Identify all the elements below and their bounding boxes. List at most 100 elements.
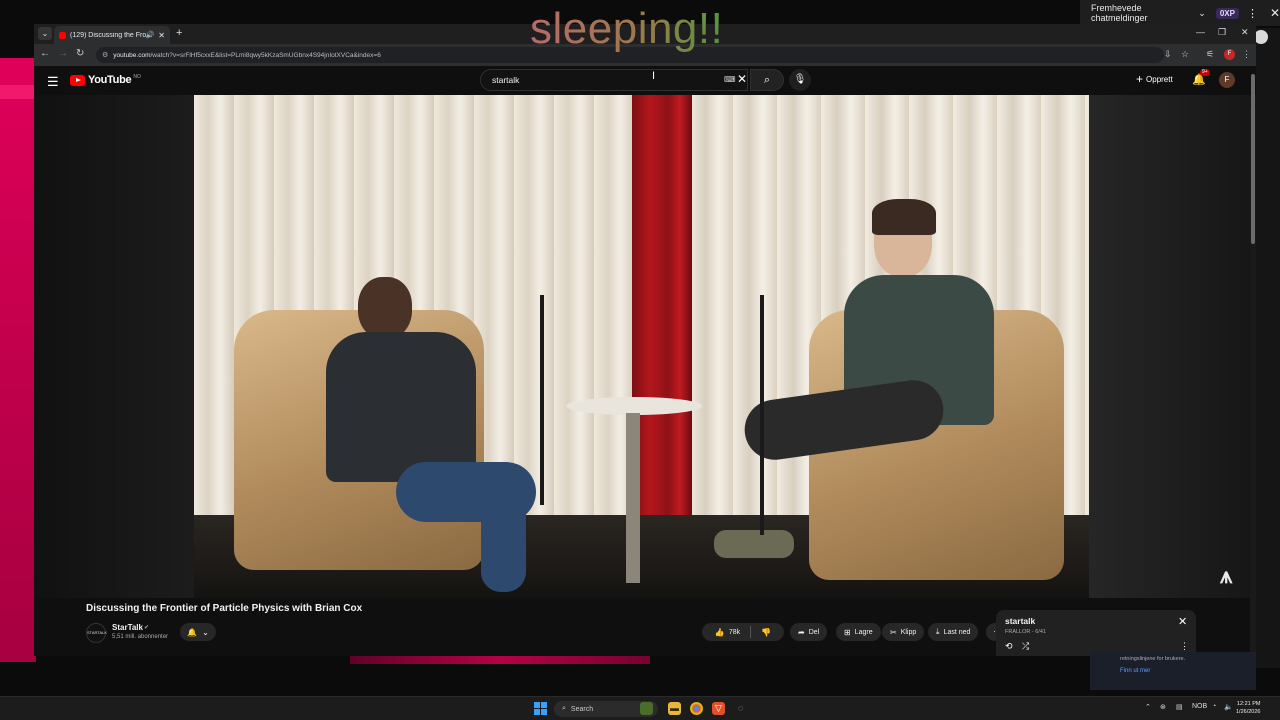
- youtube-page: ☰ YouTube NO startalk I ⌨ ✕ ⌕ 🎙 + Oppret…: [34, 66, 1256, 656]
- browser-profile-avatar[interactable]: F: [1224, 49, 1235, 60]
- clock-time: 12:21 PM: [1236, 701, 1261, 707]
- wallpaper-bottom-glow: [350, 655, 650, 664]
- youtube-header: ☰ YouTube NO startalk I ⌨ ✕ ⌕ 🎙 + Oppret…: [34, 66, 1256, 95]
- tray-app-icon[interactable]: ⊛: [1160, 703, 1166, 711]
- mic-stand-right: [760, 295, 764, 535]
- voice-search-button[interactable]: 🎙: [789, 69, 811, 91]
- wallpaper-streak: [0, 85, 36, 99]
- overlay-text: sleeping!!: [530, 2, 760, 56]
- back-icon[interactable]: ←: [40, 48, 50, 59]
- dislike-icon[interactable]: 👎: [761, 628, 771, 637]
- chevron-up-icon[interactable]: ⌃: [1145, 703, 1151, 711]
- bell-icon: 🔔: [187, 627, 198, 637]
- toast-link[interactable]: Finn ut mer: [1120, 668, 1256, 674]
- video-frame[interactable]: [194, 95, 1089, 598]
- ambient-left: [34, 95, 194, 598]
- side-table-leg: [626, 413, 640, 583]
- youtube-logo[interactable]: YouTube NO: [70, 74, 141, 86]
- brave-icon[interactable]: ▽: [712, 702, 725, 715]
- windows-start-icon[interactable]: [534, 702, 547, 715]
- shuffle-icon[interactable]: ⤮: [1022, 641, 1029, 652]
- taskbar-clock[interactable]: 12:21 PM 1/26/2026: [1236, 700, 1260, 716]
- volume-icon[interactable]: 🔈: [1224, 703, 1233, 711]
- search-button[interactable]: ⌕: [750, 69, 784, 91]
- playlist-title: startalk: [1005, 616, 1036, 626]
- scrollbar-thumb[interactable]: [1251, 74, 1255, 244]
- install-app-icon[interactable]: ⇩: [1164, 49, 1172, 60]
- playlist-subtitle: FRALLOR - 6/41: [1005, 629, 1046, 635]
- notification-count-badge: 9+: [1200, 69, 1210, 76]
- highlighted-chat-dropdown[interactable]: Fremhevede chatmeldinger ⌄: [1091, 3, 1206, 23]
- window-close-icon[interactable]: ✕: [1241, 27, 1249, 38]
- microphone-icon: 🎙: [793, 74, 807, 85]
- red-curtain: [632, 95, 692, 555]
- youtube-wordmark: YouTube: [88, 74, 132, 86]
- maximize-icon[interactable]: ❐: [1218, 27, 1226, 38]
- ambient-right: [1089, 95, 1256, 598]
- playlist-close-icon[interactable]: ✕: [1178, 615, 1187, 628]
- input-language[interactable]: NOB: [1192, 703, 1207, 710]
- channel-watermark-icon[interactable]: ⩚: [1220, 563, 1232, 589]
- create-label: Opprett: [1146, 74, 1173, 84]
- browser-menu-icon[interactable]: ⋮: [1242, 49, 1251, 60]
- channel-avatar[interactable]: STARTALK: [86, 623, 108, 643]
- highlighted-chat-bar: Fremhevede chatmeldinger ⌄ 0XP ⋮ ✕: [1080, 0, 1280, 26]
- tab-close-icon[interactable]: ✕: [158, 31, 165, 40]
- loop-icon[interactable]: ⟲: [1005, 641, 1013, 652]
- xp-badge[interactable]: 0XP: [1215, 7, 1239, 19]
- highlighted-chat-label: Fremhevede chatmeldinger: [1091, 3, 1148, 23]
- desktop-right-edge: [1256, 28, 1280, 668]
- minimize-icon[interactable]: —: [1196, 27, 1205, 37]
- like-icon[interactable]: 👍: [715, 628, 725, 637]
- forward-icon[interactable]: →: [58, 48, 68, 59]
- download-button[interactable]: ⤓ Last ned: [928, 623, 979, 641]
- bookmark-star-icon[interactable]: ☆: [1181, 49, 1189, 60]
- toast-text: retningslinjene for brukere.: [1120, 656, 1186, 662]
- overlay-avatar[interactable]: [1254, 30, 1268, 44]
- scissors-icon: ✂: [890, 627, 897, 637]
- youtube-region-code: NO: [133, 74, 141, 80]
- plus-icon: +: [1136, 72, 1144, 86]
- text-cursor-icon: I: [652, 70, 656, 82]
- desktop-wallpaper-strip: [0, 58, 36, 662]
- reload-icon[interactable]: ↻: [76, 48, 84, 59]
- clear-search-icon[interactable]: ✕: [737, 72, 747, 86]
- wifi-icon[interactable]: ◔: [1212, 703, 1216, 710]
- widgets-icon[interactable]: [640, 702, 653, 715]
- download-label: Last ned: [943, 628, 971, 636]
- share-button[interactable]: ➦ Del: [790, 623, 828, 641]
- search-input[interactable]: startalk: [480, 69, 748, 91]
- app-icon[interactable]: ◌: [734, 702, 747, 715]
- extensions-icon[interactable]: ⚟: [1206, 49, 1214, 60]
- chevron-down-icon: ⌄: [1198, 7, 1206, 18]
- new-tab-button[interactable]: +: [176, 27, 182, 39]
- playlist-more-icon[interactable]: ⋮: [1180, 641, 1189, 652]
- subscription-bell-button[interactable]: 🔔 ⌄: [180, 623, 216, 641]
- account-avatar[interactable]: F: [1219, 72, 1235, 88]
- create-button[interactable]: + Opprett: [1136, 72, 1173, 86]
- share-icon: ➦: [798, 627, 805, 637]
- channel-name[interactable]: StarTalk: [112, 623, 143, 632]
- more-vert-icon[interactable]: ⋮: [1247, 7, 1258, 20]
- close-icon[interactable]: ✕: [1270, 6, 1280, 20]
- like-count[interactable]: 78k: [729, 629, 740, 636]
- clip-button[interactable]: ✂ Klipp: [882, 623, 925, 641]
- browser-profile-initial: F: [1227, 51, 1232, 57]
- tray-folder-icon[interactable]: ▤: [1176, 703, 1183, 711]
- tab-youtube[interactable]: (129) Discussing the Frontie 🔊 ✕: [54, 26, 170, 44]
- menu-icon[interactable]: ☰: [47, 74, 59, 90]
- mic-stand-left: [540, 295, 544, 505]
- clip-label: Klipp: [900, 628, 917, 636]
- save-button[interactable]: ⊞ Lagre: [836, 623, 881, 641]
- speaker-icon[interactable]: 🔊: [146, 31, 155, 39]
- playlist-panel[interactable]: startalk FRALLOR - 6/41 ✕ ⟲ ⤮ ⋮: [996, 610, 1196, 656]
- channel-avatar-text: STARTALK: [87, 630, 108, 635]
- keyboard-icon[interactable]: ⌨: [724, 75, 736, 84]
- save-label: Lagre: [854, 628, 873, 636]
- video-player[interactable]: ⩚: [34, 95, 1256, 598]
- save-icon: ⊞: [844, 627, 851, 637]
- site-info-icon[interactable]: ⚙: [102, 51, 108, 59]
- tab-search-button[interactable]: ⌄: [38, 27, 52, 40]
- chrome-icon[interactable]: [690, 702, 703, 715]
- file-explorer-icon[interactable]: ▬: [668, 702, 681, 715]
